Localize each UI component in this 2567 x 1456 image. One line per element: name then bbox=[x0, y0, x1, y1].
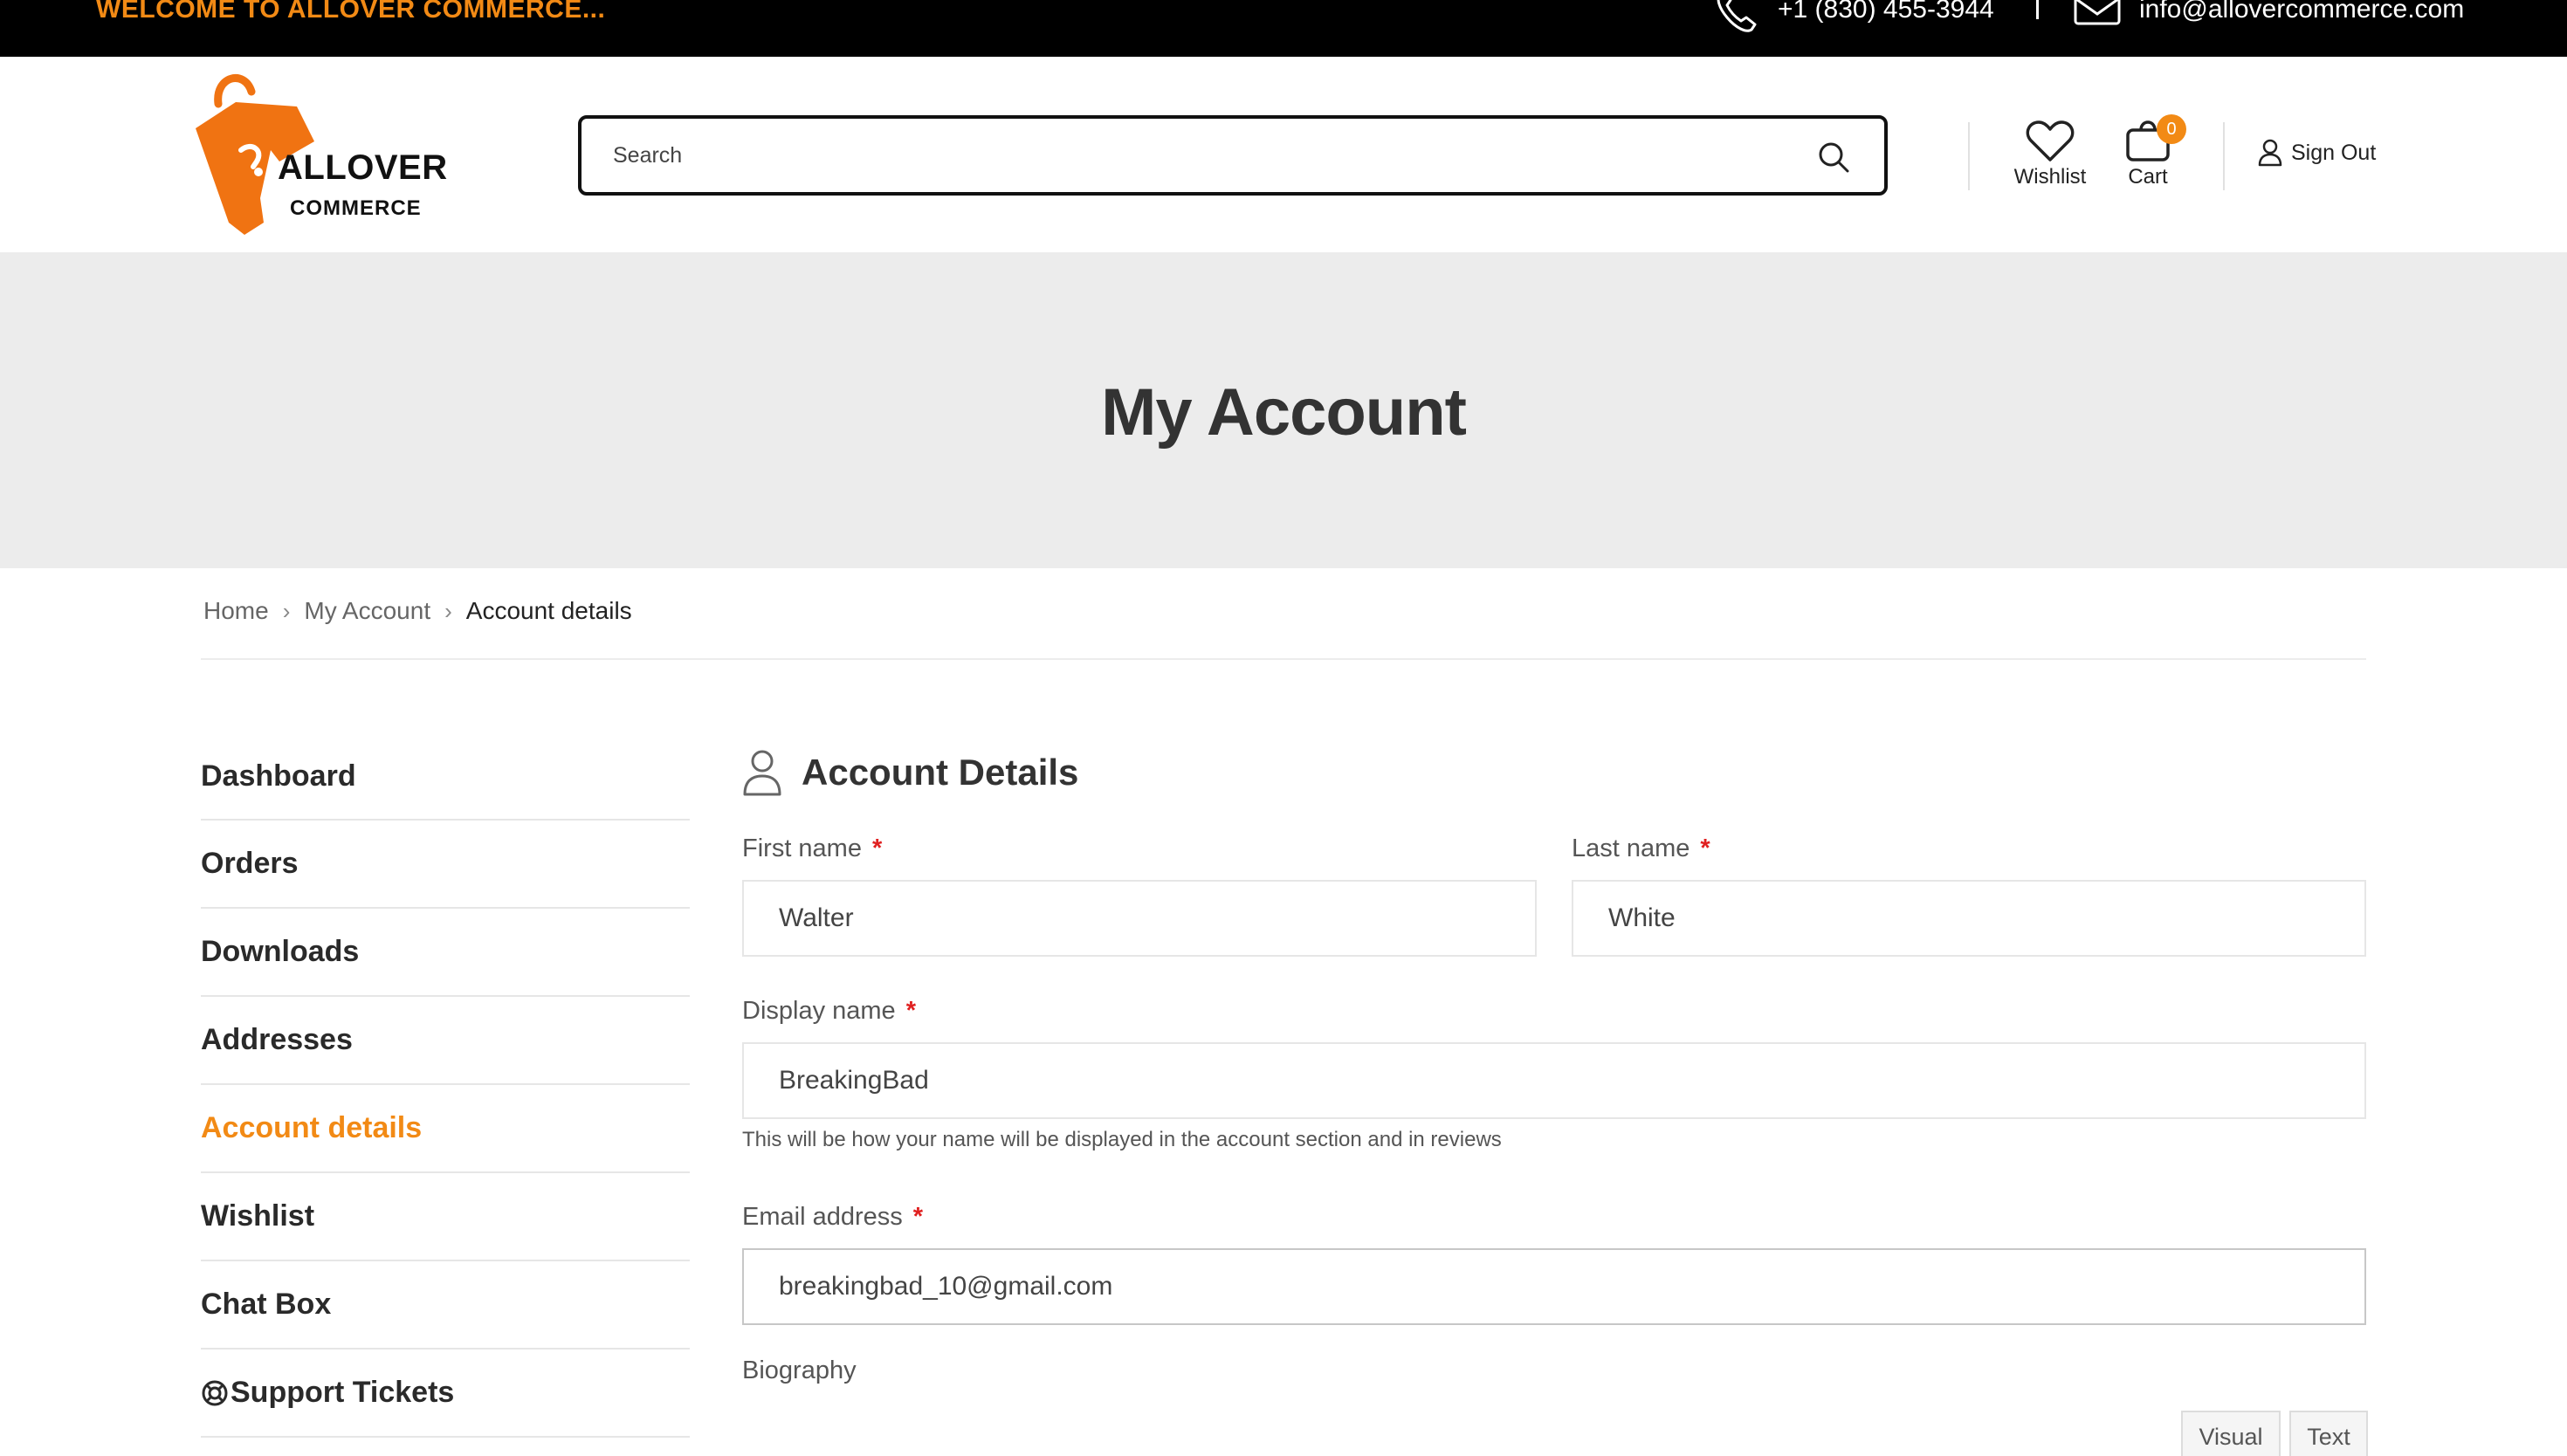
breadcrumb-divider bbox=[201, 658, 2366, 660]
search-input[interactable] bbox=[613, 134, 1765, 176]
display-name-field[interactable]: BreakingBad bbox=[742, 1042, 2366, 1119]
editor-tab-visual[interactable]: Visual bbox=[2181, 1411, 2281, 1456]
chevron-right-icon: › bbox=[444, 597, 452, 624]
wishlist-link[interactable]: Wishlist bbox=[2008, 120, 2092, 189]
display-name-help: This will be how your name will be displ… bbox=[742, 1128, 1502, 1151]
sidebar-item-support-tickets[interactable]: Support Tickets bbox=[201, 1350, 690, 1438]
sidebar-item-orders[interactable]: Orders bbox=[201, 821, 690, 909]
sidebar-item-chat-box[interactable]: Chat Box bbox=[201, 1261, 690, 1350]
display-name-label: Display name * bbox=[742, 997, 916, 1026]
biography-label: Biography bbox=[742, 1356, 857, 1384]
required-mark: * bbox=[871, 834, 883, 862]
search-box bbox=[578, 115, 1888, 196]
first-name-label-text: First name bbox=[742, 834, 862, 862]
phone-icon bbox=[1717, 0, 1757, 32]
first-name-field[interactable]: Walter bbox=[742, 880, 1537, 957]
breadcrumb-home[interactable]: Home bbox=[203, 597, 269, 625]
sign-out-link[interactable]: Sign Out bbox=[2258, 139, 2376, 167]
editor-tab-text[interactable]: Text bbox=[2289, 1411, 2368, 1456]
last-name-label: Last name * bbox=[1572, 834, 1710, 863]
last-name-field[interactable]: White bbox=[1572, 880, 2366, 957]
site-header: ALLOVER COMMERCE Wishlist Cart 0 Sign Ou… bbox=[0, 57, 2567, 252]
display-name-label-text: Display name bbox=[742, 997, 896, 1025]
chevron-right-icon: › bbox=[282, 597, 291, 624]
account-sidebar: Dashboard Orders Downloads Addresses Acc… bbox=[201, 733, 690, 1438]
cart-link[interactable]: Cart 0 bbox=[2113, 114, 2186, 189]
cart-count-badge: 0 bbox=[2157, 114, 2186, 144]
mail-icon bbox=[2074, 0, 2121, 25]
required-mark: * bbox=[912, 1203, 924, 1231]
required-mark: * bbox=[1700, 834, 1710, 862]
phone-number[interactable]: +1 (830) 455-3944 bbox=[1778, 0, 1994, 24]
topbar-divider bbox=[2036, 0, 2039, 19]
last-name-label-text: Last name bbox=[1572, 834, 1690, 862]
required-mark: * bbox=[905, 997, 916, 1025]
page-title: My Account bbox=[1101, 375, 1467, 450]
header-divider bbox=[1968, 122, 1970, 190]
email-label: Email address * bbox=[742, 1203, 923, 1232]
logo[interactable]: ALLOVER COMMERCE bbox=[183, 67, 447, 242]
email-label-text: Email address bbox=[742, 1203, 903, 1231]
email-field[interactable]: breakingbad_10@gmail.com bbox=[742, 1248, 2366, 1325]
cart-label: Cart bbox=[2128, 165, 2168, 189]
breadcrumb-my-account[interactable]: My Account bbox=[304, 597, 430, 625]
sidebar-item-label: Support Tickets bbox=[231, 1376, 455, 1409]
section-title-text: Account Details bbox=[802, 752, 1079, 793]
section-title: Account Details bbox=[742, 749, 1078, 796]
heart-icon bbox=[2026, 120, 2075, 161]
breadcrumb-current: Account details bbox=[465, 597, 632, 624]
sidebar-item-dashboard[interactable]: Dashboard bbox=[201, 733, 690, 821]
first-name-label: First name * bbox=[742, 834, 882, 863]
wishlist-label: Wishlist bbox=[2013, 165, 2087, 189]
search-icon[interactable] bbox=[1818, 141, 1849, 173]
lifebuoy-icon bbox=[202, 1380, 228, 1405]
user-icon bbox=[743, 750, 781, 796]
logo-text: ALLOVER bbox=[278, 148, 448, 187]
sidebar-item-wishlist[interactable]: Wishlist bbox=[201, 1173, 690, 1261]
page-banner: My Account bbox=[0, 252, 2567, 568]
logo-subtext: COMMERCE bbox=[290, 196, 422, 220]
welcome-text: WELCOME TO ALLOVER COMMERCE... bbox=[96, 0, 606, 24]
sidebar-item-downloads[interactable]: Downloads bbox=[201, 909, 690, 997]
sign-out-label: Sign Out bbox=[2291, 140, 2377, 165]
breadcrumb: Home › My Account › Account details bbox=[203, 597, 632, 625]
top-bar: WELCOME TO ALLOVER COMMERCE... +1 (830) … bbox=[0, 0, 2567, 57]
header-divider bbox=[2223, 122, 2225, 190]
sidebar-item-addresses[interactable]: Addresses bbox=[201, 997, 690, 1085]
sidebar-item-account-details[interactable]: Account details bbox=[201, 1085, 690, 1173]
email-address[interactable]: info@allovercommerce.com bbox=[2139, 0, 2464, 24]
user-icon bbox=[2258, 139, 2282, 167]
